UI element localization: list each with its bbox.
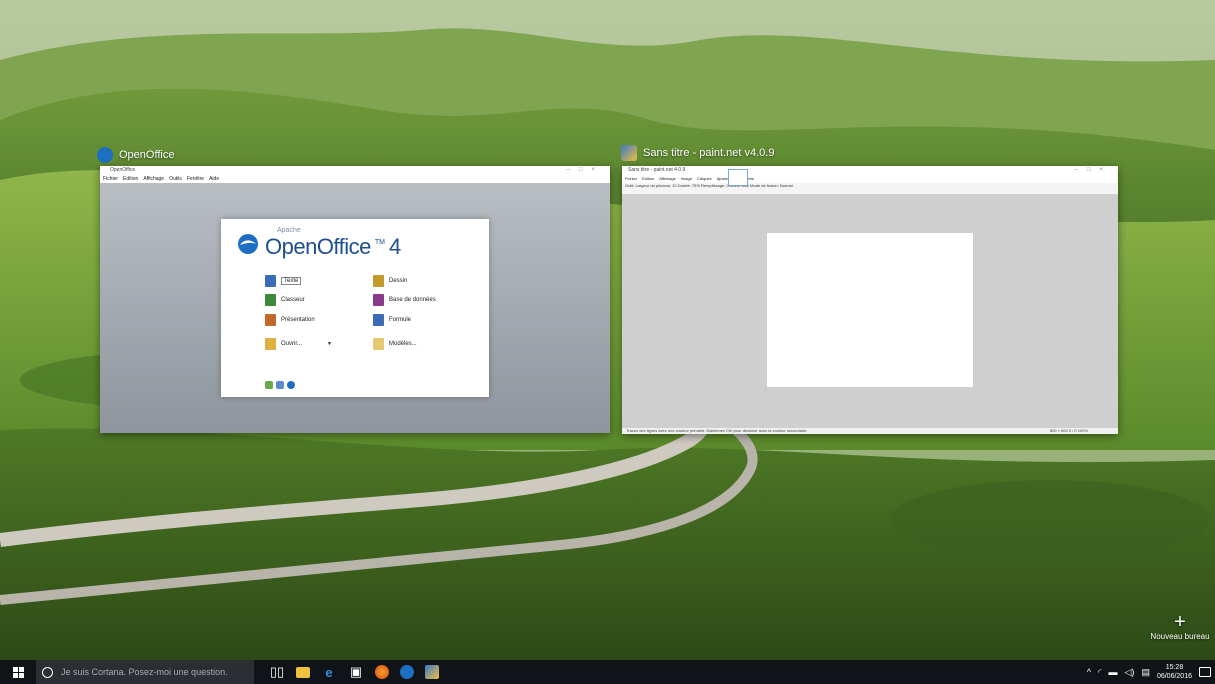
- store-icon[interactable]: ▣: [348, 664, 364, 680]
- paintnet-taskbar-icon[interactable]: [425, 665, 439, 679]
- task-view-icon[interactable]: ▯▯: [269, 664, 285, 680]
- math-icon: [373, 314, 384, 326]
- menu-affichage[interactable]: Affichage: [659, 175, 676, 183]
- start-texte-button[interactable]: Texte: [265, 275, 302, 287]
- openoffice-menubar: Fichier Edition Affichage Outils Fenêtre…: [100, 175, 610, 183]
- start-center-panel: Apache OpenOffice TM 4 Texte Dessin Clas…: [221, 219, 489, 397]
- new-desktop-button[interactable]: + Nouveau bureau: [1145, 612, 1215, 641]
- battery-icon[interactable]: ▬: [1109, 667, 1118, 677]
- openoffice-small-icon[interactable]: [287, 381, 295, 389]
- start-item-label: Texte: [281, 277, 302, 285]
- toolbar-options-text: Outil: Largeur du pinceau: 10 Dureté: 75…: [625, 183, 793, 188]
- templates-icon: [373, 338, 384, 350]
- paintnet-window-thumbnail[interactable]: Sans titre - paint.net 4.0.9 –□× Fichier…: [622, 166, 1118, 434]
- menu-affichage[interactable]: Affichage: [143, 175, 164, 183]
- start-formule-button[interactable]: Formule: [373, 314, 411, 326]
- windows-logo-icon: [12, 666, 24, 678]
- openoffice-gull-icon: [235, 233, 261, 260]
- new-desktop-label: Nouveau bureau: [1150, 632, 1210, 641]
- cortana-icon: [42, 666, 53, 678]
- cortana-placeholder: Je suis Cortana. Posez-moi une question.: [61, 667, 228, 677]
- action-center-icon[interactable]: [1199, 667, 1211, 677]
- writer-icon: [265, 275, 276, 287]
- start-item-label: Dessin: [389, 278, 408, 284]
- impress-icon: [265, 314, 276, 326]
- start-item-label: Présentation: [281, 317, 315, 323]
- start-ouvrir-button[interactable]: Ouvrir... ▼: [265, 338, 332, 350]
- start-classeur-button[interactable]: Classeur: [265, 294, 305, 306]
- apache-text: Apache: [277, 227, 301, 234]
- paintnet-titlebar: Sans titre - paint.net 4.0.9 –□×: [622, 166, 1118, 175]
- menu-edition[interactable]: Edition: [642, 175, 654, 183]
- start-button[interactable]: [0, 660, 36, 684]
- file-explorer-icon[interactable]: [296, 666, 310, 678]
- draw-icon: [373, 275, 384, 287]
- cortana-search-box[interactable]: Je suis Cortana. Posez-moi une question.: [36, 660, 254, 684]
- trademark: TM: [374, 239, 385, 246]
- start-center-footer-icons: [265, 381, 295, 389]
- openoffice-window-thumbnail[interactable]: OpenOffice –□× Fichier Edition Affichage…: [100, 166, 610, 433]
- clock-time: 15:28: [1165, 664, 1184, 671]
- start-item-label: Base de données: [389, 297, 436, 303]
- tray-chevron-icon[interactable]: ^: [1087, 667, 1091, 677]
- openoffice-logo: Apache OpenOffice TM 4: [235, 227, 402, 260]
- pinned-apps: ▯▯ e ▣: [269, 664, 439, 680]
- start-center-background: Apache OpenOffice TM 4 Texte Dessin Clas…: [100, 183, 610, 433]
- firefox-icon[interactable]: [375, 665, 389, 679]
- openoffice-window-title: OpenOffice: [110, 167, 136, 173]
- menu-calques[interactable]: Calques: [697, 175, 712, 183]
- openoffice-task-title: OpenOffice: [119, 149, 175, 161]
- menu-outils[interactable]: Outils: [169, 175, 182, 183]
- system-tray: ^ ◜ ▬ ◁) ▤ 15:28 06/06/2016: [1087, 663, 1215, 681]
- start-presentation-button[interactable]: Présentation: [265, 314, 315, 326]
- start-item-label: Ouvrir...: [281, 341, 303, 347]
- calc-icon: [265, 294, 276, 306]
- start-item-label: Formule: [389, 317, 412, 323]
- openoffice-icon: [97, 147, 113, 163]
- menu-fenetre[interactable]: Fenêtre: [187, 175, 204, 183]
- keyboard-icon[interactable]: ▤: [1141, 667, 1150, 678]
- menu-edition[interactable]: Edition: [123, 175, 138, 183]
- image-thumbnail[interactable]: [728, 169, 748, 186]
- wifi-icon[interactable]: ◜: [1098, 667, 1102, 678]
- edge-icon[interactable]: e: [321, 664, 337, 680]
- status-info: 800 × 600 0 / 0 100%: [1049, 428, 1088, 433]
- menu-aide[interactable]: Aide: [209, 175, 219, 183]
- start-base-button[interactable]: Base de données: [373, 294, 436, 306]
- paintnet-task-title: Sans titre - paint.net v4.0.9: [643, 147, 775, 159]
- chevron-down-icon[interactable]: ▼: [327, 341, 332, 347]
- openoffice-task-label[interactable]: OpenOffice: [97, 147, 174, 163]
- clock[interactable]: 15:28 06/06/2016: [1157, 663, 1192, 681]
- menu-image[interactable]: Image: [681, 175, 692, 183]
- start-item-label: Modèles...: [389, 341, 417, 347]
- clock-date: 06/06/2016: [1156, 673, 1192, 680]
- start-item-label: Classeur: [281, 297, 305, 303]
- menu-fichier[interactable]: Fichier: [625, 175, 637, 183]
- info-icon[interactable]: [276, 381, 284, 389]
- openoffice-titlebar: OpenOffice –□×: [100, 166, 610, 175]
- paintnet-window-title: Sans titre - paint.net 4.0.9: [628, 167, 686, 173]
- extensions-icon[interactable]: [265, 381, 273, 389]
- base-icon: [373, 294, 384, 306]
- paintnet-menubar: Fichier Edition Affichage Image Calques …: [622, 175, 1118, 183]
- start-dessin-button[interactable]: Dessin: [373, 275, 407, 287]
- canvas-workspace: [622, 194, 1118, 428]
- open-folder-icon: [265, 338, 276, 350]
- openoffice-version: 4: [389, 234, 402, 259]
- plus-icon: +: [1174, 611, 1186, 633]
- paintnet-statusbar: Tracez des lignes avec une couleur prima…: [622, 428, 1118, 434]
- status-hint: Tracez des lignes avec une couleur prima…: [626, 428, 808, 433]
- menu-fichier[interactable]: Fichier: [103, 175, 118, 183]
- volume-icon[interactable]: ◁): [1125, 667, 1135, 678]
- openoffice-name: OpenOffice: [265, 234, 371, 259]
- start-modeles-button[interactable]: Modèles...: [373, 338, 417, 350]
- taskbar: Je suis Cortana. Posez-moi une question.…: [0, 660, 1215, 684]
- openoffice-taskbar-icon[interactable]: [400, 665, 414, 679]
- window-controls[interactable]: –□×: [567, 166, 604, 175]
- window-controls[interactable]: –□×: [1075, 166, 1112, 175]
- paintnet-icon: [621, 145, 637, 161]
- image-canvas[interactable]: [767, 233, 973, 387]
- paintnet-task-label[interactable]: Sans titre - paint.net v4.0.9: [621, 145, 774, 161]
